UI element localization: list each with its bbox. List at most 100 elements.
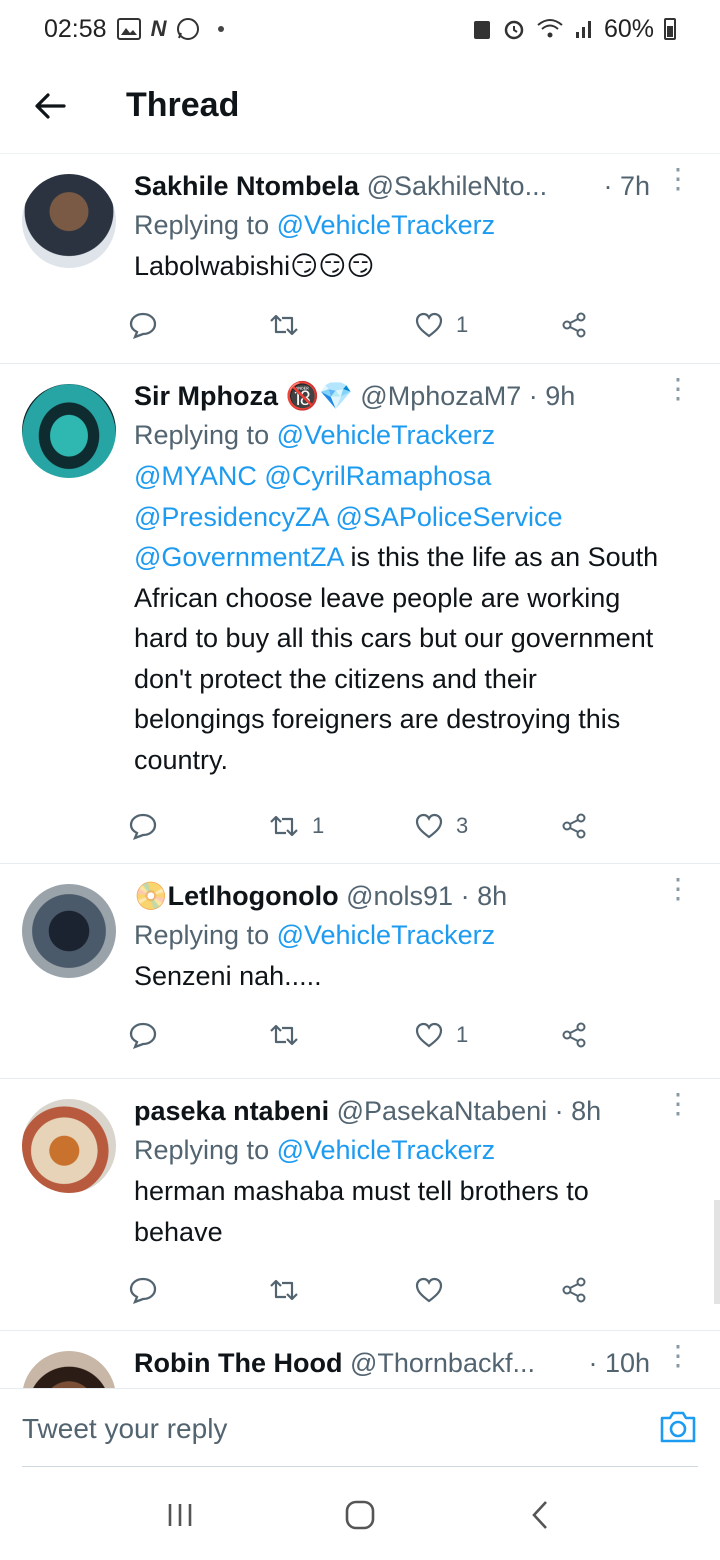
tweet-header: Robin The Hood @Thornbackf... · 10h — [134, 1345, 670, 1381]
author-handle[interactable]: @MphozaM7 — [360, 381, 521, 411]
replying-to: Replying to @VehicleTrackerz — [134, 1129, 670, 1171]
tweet-body: is this the life as an South African cho… — [134, 542, 659, 775]
share-icon — [562, 1277, 586, 1303]
mention-line[interactable]: @MYANC @CyrilRamaphosa — [134, 461, 491, 491]
author-handle[interactable]: @SakhileNto... — [367, 171, 547, 201]
recent-apps-icon — [168, 1504, 192, 1526]
chevron-left-icon — [532, 1501, 547, 1529]
reply-input[interactable] — [22, 1412, 582, 1445]
retweet-count: 1 — [312, 813, 325, 838]
reply-composer — [0, 1388, 720, 1468]
like-button[interactable] — [414, 1276, 560, 1304]
system-back-button[interactable] — [510, 1485, 570, 1545]
recent-apps-button[interactable] — [150, 1485, 210, 1545]
retweet-button[interactable]: 1 — [268, 813, 414, 839]
more-options-icon[interactable]: ⋮ — [664, 1090, 692, 1118]
reply-icon — [129, 1022, 157, 1049]
replying-to-label: Replying to — [134, 420, 277, 450]
tweet-time: · 8h — [554, 1096, 602, 1126]
share-button[interactable] — [560, 1021, 588, 1049]
avatar[interactable] — [22, 174, 116, 268]
share-button[interactable] — [560, 812, 588, 840]
reply-button[interactable] — [128, 811, 268, 841]
more-options-icon[interactable]: ⋮ — [664, 1342, 692, 1370]
reply-button[interactable] — [128, 1020, 268, 1050]
replying-to: Replying to @VehicleTrackerz — [134, 914, 670, 956]
more-options-icon[interactable]: ⋮ — [664, 375, 692, 403]
replying-to-mention[interactable]: @VehicleTrackerz — [277, 210, 495, 240]
tweet[interactable]: 📀Letlhogonolo @nols91 · 8h Replying to @… — [0, 864, 720, 1079]
camera-icon — [660, 1411, 696, 1442]
battery-percent: 60% — [603, 14, 654, 43]
system-navbar — [0, 1470, 720, 1560]
tweet-text: Labolwabishi😏😏😏 — [134, 251, 375, 281]
share-icon — [562, 813, 586, 839]
replying-to-label: Replying to — [134, 1135, 277, 1165]
tweet[interactable]: Robin The Hood @Thornbackf... · 10h ⋮ — [0, 1331, 720, 1388]
composer-underline — [22, 1466, 698, 1467]
retweet-button[interactable] — [268, 1277, 414, 1303]
reply-button[interactable] — [128, 1275, 268, 1305]
more-options-icon[interactable]: ⋮ — [664, 875, 692, 903]
signal-icon — [575, 21, 591, 38]
avatar[interactable] — [22, 1099, 116, 1193]
tweet-actions — [128, 1252, 670, 1328]
author-handle[interactable]: @nols91 — [346, 881, 453, 911]
arrow-left-icon — [35, 92, 66, 119]
like-button[interactable]: 3 — [414, 812, 560, 840]
like-button[interactable]: 1 — [414, 1021, 560, 1049]
replying-to: Replying to @VehicleTrackerz — [134, 414, 670, 456]
camera-button[interactable] — [658, 1409, 698, 1449]
gallery-icon — [116, 18, 141, 40]
retweet-button[interactable] — [268, 1022, 414, 1048]
more-options-icon[interactable]: ⋮ — [664, 165, 692, 193]
tweet-text: @MYANC @CyrilRamaphosa @PresidencyZA @SA… — [134, 456, 670, 780]
tweet-actions: 1 — [128, 997, 670, 1073]
tweet[interactable]: paseka ntabeni @PasekaNtabeni · 8h Reply… — [0, 1079, 720, 1331]
tweet[interactable]: Sakhile Ntombela @SakhileNto... · 7h Rep… — [0, 154, 720, 364]
tweet[interactable]: Sir Mphoza 🔞💎 @MphozaM7 · 9h Replying to… — [0, 364, 720, 864]
author-name[interactable]: Robin The Hood — [134, 1348, 342, 1378]
wifi-icon — [537, 19, 563, 38]
author-name[interactable]: paseka ntabeni — [134, 1096, 329, 1126]
home-icon — [345, 1500, 375, 1530]
share-button[interactable] — [560, 311, 588, 339]
scrollbar[interactable] — [714, 1200, 720, 1304]
tweet-actions: 1 — [128, 287, 670, 363]
heart-icon — [415, 1277, 443, 1303]
author-name[interactable]: Letlhogonolo — [168, 881, 339, 911]
avatar[interactable] — [22, 384, 116, 478]
retweet-icon — [270, 1024, 298, 1045]
share-button[interactable] — [560, 1276, 588, 1304]
like-button[interactable]: 1 — [414, 311, 560, 339]
tweet-time: · 8h — [460, 881, 508, 911]
author-name[interactable]: Sakhile Ntombela — [134, 171, 359, 201]
replying-to-mention[interactable]: @VehicleTrackerz — [277, 420, 495, 450]
author-handle[interactable]: @Thornbackf... — [350, 1348, 535, 1378]
author-name[interactable]: Sir Mphoza — [134, 381, 278, 411]
avatar[interactable] — [22, 884, 116, 978]
netflix-icon: N — [150, 16, 167, 41]
retweet-button[interactable] — [268, 312, 414, 338]
author-handle[interactable]: @PasekaNtabeni — [337, 1096, 548, 1126]
whatsapp-icon — [177, 18, 200, 40]
page-title: Thread — [126, 86, 240, 124]
app-header: Thread — [0, 58, 720, 154]
reply-icon — [129, 1277, 157, 1304]
home-button[interactable] — [330, 1485, 390, 1545]
back-button[interactable] — [20, 76, 80, 136]
like-count: 1 — [456, 1021, 469, 1047]
avatar[interactable] — [22, 1351, 116, 1388]
status-bar: 02:58 N 60% — [0, 0, 720, 58]
like-count: 1 — [456, 311, 469, 337]
share-icon — [562, 1022, 586, 1047]
reply-button[interactable] — [128, 310, 268, 340]
replying-to-mention[interactable]: @VehicleTrackerz — [277, 920, 495, 950]
mention-line[interactable]: @PresidencyZA @SAPoliceService — [134, 502, 562, 532]
author-badges: 🔞💎 — [285, 381, 353, 411]
replying-to-mention[interactable]: @VehicleTrackerz — [277, 1135, 495, 1165]
recycle-icon — [473, 21, 490, 39]
tweet-time: · 10h — [588, 1348, 650, 1378]
mention-line[interactable]: @GovernmentZA — [134, 542, 343, 572]
notification-dot-icon — [218, 26, 225, 32]
